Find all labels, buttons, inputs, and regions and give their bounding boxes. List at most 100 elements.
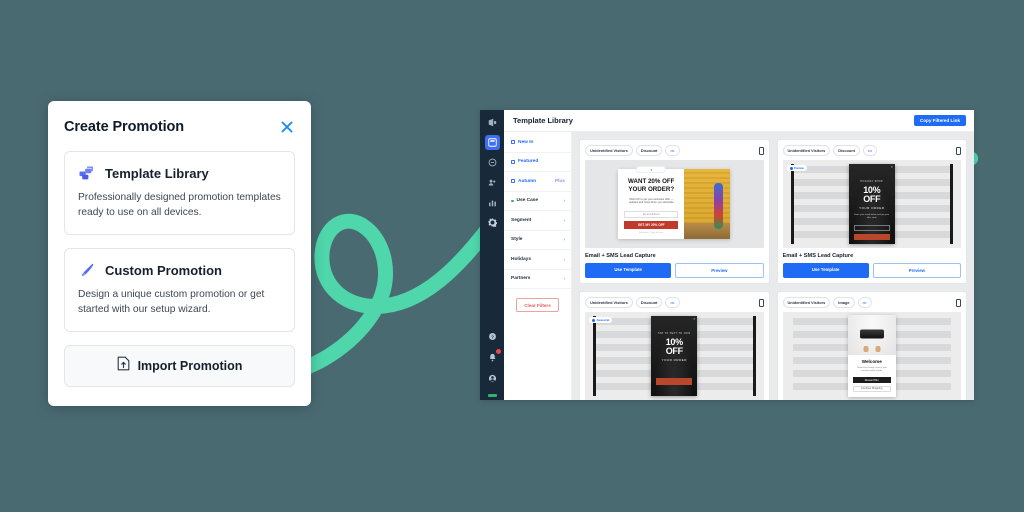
template-preview-thumbnail: Welcome Thanks for visiting, here is you…	[782, 312, 961, 400]
preview-cta-button: Reveal Offer	[852, 377, 891, 384]
app-main-panel: Template Library Copy Filtered Link New …	[504, 110, 974, 400]
preview-cta-button	[656, 378, 693, 385]
notifications-icon[interactable]	[485, 349, 501, 365]
preview-headline: Welcome	[861, 359, 882, 364]
filter-sidebar: New In Featured Autumn Plus Use Case › S…	[504, 132, 572, 400]
option-description: Professionally designed promotion templa…	[78, 192, 281, 219]
template-title: Email + SMS Lead Capture	[782, 253, 854, 259]
notification-badge	[495, 349, 501, 354]
chevron-right-icon: ›	[563, 198, 566, 204]
preview-tag: Javascript	[589, 317, 613, 323]
preview-fine-print: No thanks, I'll pay full price	[638, 231, 664, 234]
checkbox-icon[interactable]	[511, 140, 515, 145]
chip-more[interactable]: •••	[665, 145, 680, 156]
template-library-icon	[78, 164, 96, 182]
preview-brand: HOLIDAY SHOP	[860, 180, 883, 183]
preview-subhead: YOUR ORDER	[859, 206, 885, 210]
app-page-title: Template Library	[513, 116, 573, 125]
checkbox-icon[interactable]	[511, 159, 515, 164]
template-card[interactable]: Unidentified Visitors Discount ••• ♦ WAN…	[579, 139, 770, 284]
preview-button[interactable]: Preview	[675, 263, 764, 278]
card-chip-row: Unidentified Visitors Image •••	[782, 297, 961, 308]
rail-top-icons	[484, 115, 500, 230]
preview-tag-label: Preview	[794, 166, 804, 170]
chip-audience: Unidentified Visitors	[585, 145, 633, 156]
option-template-library[interactable]: Template Library Professionally designed…	[64, 151, 295, 236]
account-avatar-icon[interactable]	[485, 371, 500, 386]
preview-email-input	[853, 225, 890, 232]
preview-headline: WANT 20% OFF YOUR ORDER?	[628, 178, 675, 193]
copy-filtered-link-button[interactable]: Copy Filtered Link	[913, 115, 966, 126]
card-chip-row: Unidentified Visitors Discount •••	[585, 145, 764, 156]
close-icon: ×	[693, 317, 696, 321]
app-body: New In Featured Autumn Plus Use Case › S…	[504, 132, 974, 400]
chip-more[interactable]: •••	[857, 297, 872, 308]
clear-filters-button[interactable]: Clear Filters	[516, 298, 559, 312]
filter-group-holidays[interactable]: Holidays ›	[504, 250, 571, 270]
preview-subtext: SIGN UP to get your exclusive offer — up…	[628, 197, 674, 205]
filter-new-in[interactable]: New In	[504, 133, 571, 153]
preview-cta-button: GET MY 20% OFF	[624, 220, 679, 229]
preview-subhead: YOUR ORDER	[661, 358, 687, 362]
chevron-right-icon: ›	[563, 256, 566, 262]
mobile-device-icon	[956, 146, 961, 155]
filter-group-use-case[interactable]: Use Case ›	[504, 192, 571, 211]
close-icon[interactable]	[279, 119, 295, 135]
template-card[interactable]: Unidentified Visitors Discount •••	[776, 139, 967, 284]
template-card[interactable]: Unidentified Visitors Image ••• Welcome …	[776, 291, 967, 400]
promotions-icon[interactable]	[485, 115, 500, 130]
filter-group-segment[interactable]: Segment ›	[504, 211, 571, 231]
card-chip-row: Unidentified Visitors Discount •••	[782, 145, 961, 156]
filter-group-label: Holidays	[511, 256, 531, 262]
filter-label: New In	[518, 139, 534, 145]
option-title: Custom Promotion	[105, 262, 222, 278]
file-upload-icon	[117, 356, 130, 376]
chip-audience: Unidentified Visitors	[782, 297, 831, 308]
chip-type: Discount	[833, 145, 860, 156]
chevron-right-icon: ›	[563, 276, 566, 282]
help-icon[interactable]: ?	[485, 329, 500, 344]
filter-group-partners[interactable]: Partners ›	[504, 270, 571, 289]
filter-group-label: Segment	[511, 217, 532, 223]
checkbox-icon[interactable]	[511, 179, 515, 184]
preview-subtext: Thanks for visiting, here is your exclus…	[856, 367, 887, 373]
chevron-right-icon: ›	[563, 237, 566, 243]
analytics-icon[interactable]	[485, 195, 500, 210]
messages-icon[interactable]	[485, 155, 500, 170]
filter-group-style[interactable]: Style ›	[504, 231, 571, 250]
preview-cta-button	[853, 234, 890, 241]
clear-filters-wrapper: Clear Filters	[504, 289, 571, 312]
audience-icon[interactable]	[485, 175, 500, 190]
templates-icon[interactable]	[484, 135, 500, 150]
template-card-grid: Unidentified Visitors Discount ••• ♦ WAN…	[572, 132, 974, 400]
preview-button[interactable]: Preview	[872, 263, 961, 278]
filter-label: Autumn	[518, 178, 537, 184]
filter-label: Featured	[518, 159, 539, 165]
filter-autumn[interactable]: Autumn Plus	[504, 172, 571, 192]
template-title: Email + SMS Lead Capture	[585, 253, 656, 259]
import-promotion-label: Import Promotion	[137, 359, 243, 374]
import-promotion-button[interactable]: Import Promotion	[64, 345, 295, 388]
create-promotion-modal: Create Promotion Template Library Profes…	[48, 101, 311, 406]
mobile-device-icon	[956, 298, 961, 307]
mobile-device-icon	[758, 298, 764, 307]
svg-text:?: ?	[490, 334, 493, 340]
use-template-button[interactable]: Use Template	[585, 263, 672, 278]
chip-audience: Unidentified Visitors	[585, 297, 633, 308]
card-action-row: Use Template Preview	[782, 263, 961, 278]
option-title: Template Library	[105, 165, 209, 181]
chip-more[interactable]: •••	[862, 145, 878, 156]
rail-bottom-icons: ?	[485, 329, 501, 397]
template-card[interactable]: Unidentified Visitors Discount •••	[579, 291, 770, 400]
filter-label-suffix: Plus	[554, 178, 565, 184]
template-library-app-window: ? Template Library Copy Filtered Link Ne…	[480, 110, 974, 400]
settings-gear-icon[interactable]	[485, 215, 500, 230]
filter-group-label: Partners	[511, 276, 531, 282]
chip-more[interactable]: •••	[665, 297, 680, 308]
filter-featured[interactable]: Featured	[504, 153, 571, 172]
template-preview-thumbnail: Preview × HOLIDAY SHOP 10% OFF YOUR ORDE…	[782, 160, 961, 248]
option-custom-promotion[interactable]: Custom Promotion Design a unique custom …	[64, 248, 295, 333]
use-template-button[interactable]: Use Template	[782, 263, 869, 278]
active-filter-dot-icon	[511, 199, 514, 202]
app-logo	[487, 394, 497, 397]
